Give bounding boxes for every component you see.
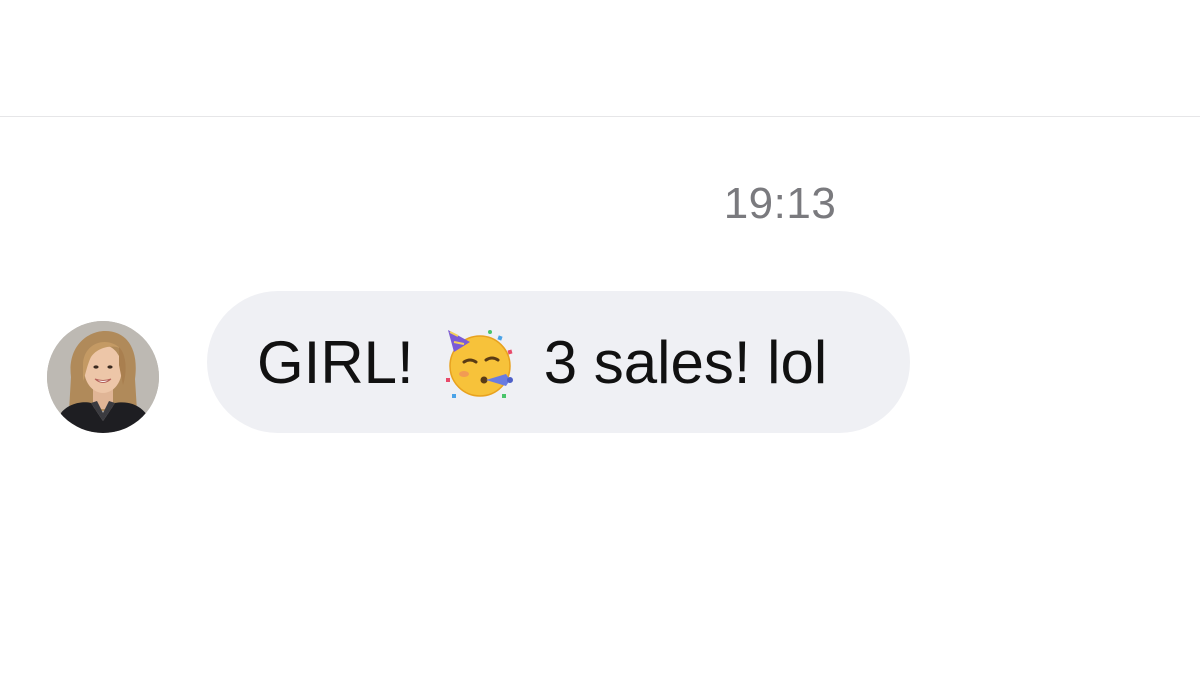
message-text: GIRL! 3 sales! lol [257, 291, 827, 433]
message-timestamp: 19:13 [723, 179, 837, 228]
message-text-after-emoji: 3 sales! lol [543, 328, 828, 396]
partying-face-icon [440, 322, 520, 402]
header-divider [0, 116, 1200, 117]
message-text-before-emoji: GIRL! [257, 328, 414, 396]
message-bubble[interactable]: GIRL! 3 sales! lol [207, 291, 910, 433]
sender-avatar[interactable] [47, 321, 159, 433]
avatar-photo [47, 321, 159, 433]
chat-header [0, 0, 1200, 116]
chat-screen: 19:13 GIRL! 3 sales! lol [0, 0, 1200, 675]
